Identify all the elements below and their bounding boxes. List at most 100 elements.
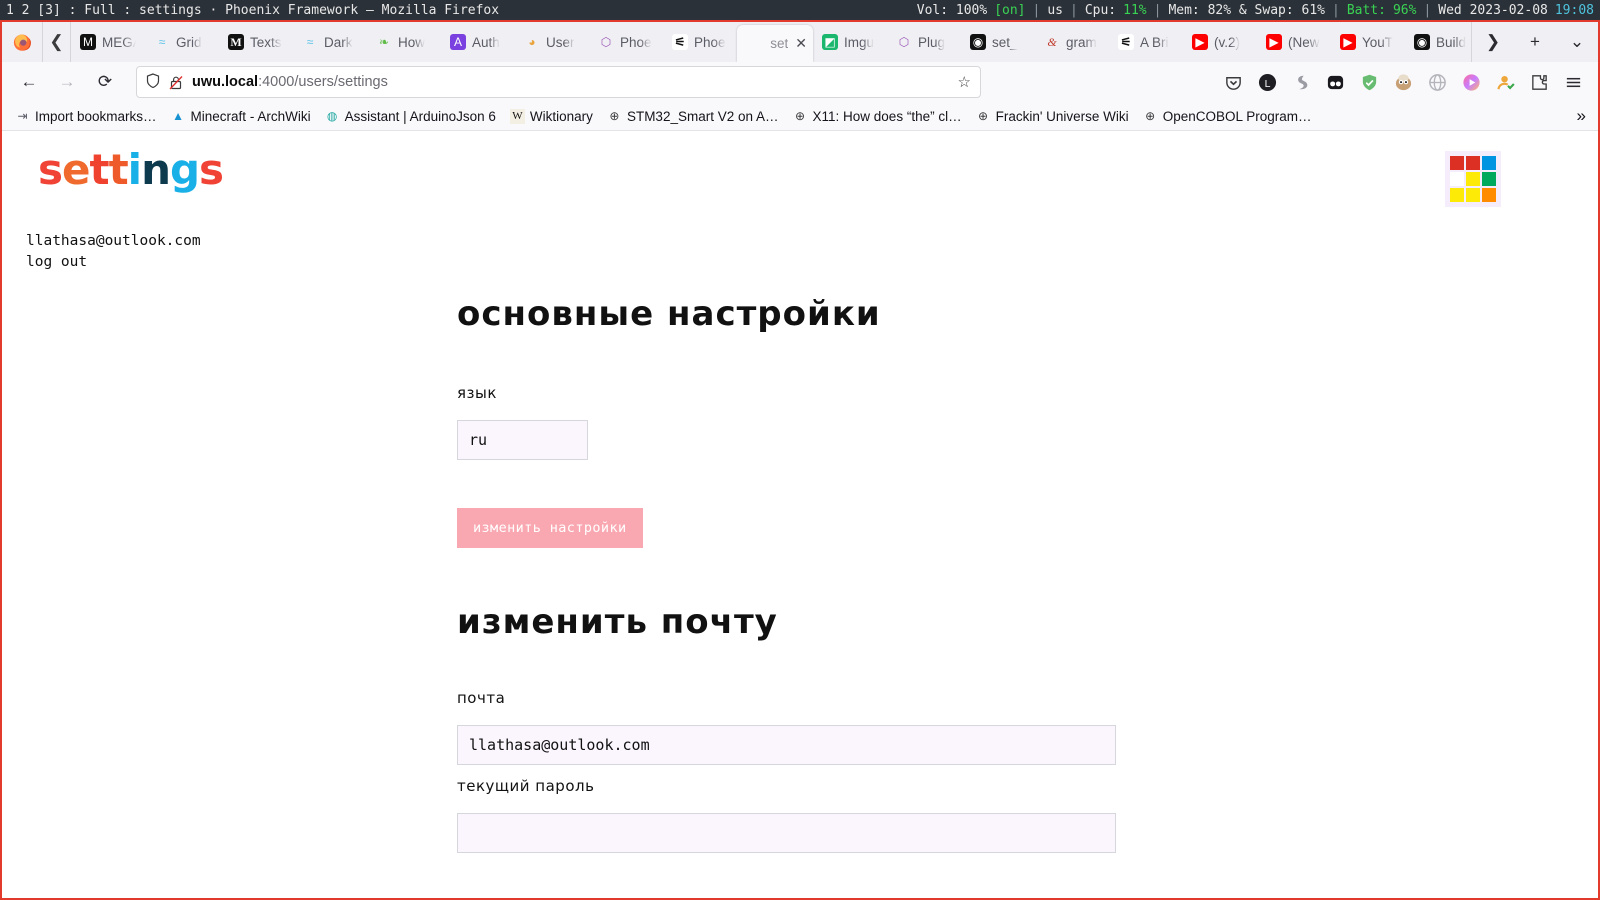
color-swatch[interactable] bbox=[1482, 188, 1496, 202]
sliders-icon: ⚟ bbox=[1118, 34, 1134, 50]
dark-reader-icon[interactable] bbox=[1318, 66, 1352, 98]
wordmark-letter: n bbox=[141, 145, 171, 194]
browser-tab[interactable]: ⚟ Phoe bbox=[663, 22, 737, 62]
browser-tab[interactable]: ◉ set_ bbox=[961, 22, 1035, 62]
bookmark-star-icon[interactable]: ☆ bbox=[958, 73, 971, 91]
browser-tab[interactable]: set ✕ bbox=[737, 25, 813, 62]
bookmark-item[interactable]: ⇥ Import bookmarks… bbox=[8, 104, 164, 128]
globe-translate-icon[interactable] bbox=[1420, 66, 1454, 98]
browser-tab[interactable]: & gram bbox=[1035, 22, 1109, 62]
browser-tab[interactable]: ❧ How bbox=[367, 22, 441, 62]
browser-tab[interactable]: ▶ (v.2) bbox=[1183, 22, 1257, 62]
medium-icon: M bbox=[228, 34, 244, 50]
simplify-icon[interactable] bbox=[1284, 66, 1318, 98]
browser-tab[interactable]: ⬡ Plug bbox=[887, 22, 961, 62]
separator-4: | bbox=[1332, 2, 1340, 18]
enhancer-icon[interactable] bbox=[1454, 66, 1488, 98]
browser-tab[interactable]: ▶ YouT bbox=[1331, 22, 1405, 62]
browser-tab[interactable]: ▶ (New bbox=[1257, 22, 1331, 62]
color-swatch[interactable] bbox=[1466, 188, 1480, 202]
forward-button[interactable]: → bbox=[48, 66, 86, 98]
clock-date: Wed 2023-02-08 bbox=[1438, 2, 1548, 18]
browser-tab[interactable]: ≈ Dark bbox=[293, 22, 367, 62]
browser-tab[interactable]: A Auth bbox=[441, 22, 515, 62]
wordmark-letter: s bbox=[199, 145, 224, 194]
back-button[interactable]: ← bbox=[10, 66, 48, 98]
browser-tab[interactable]: ◉ Build bbox=[1405, 22, 1471, 62]
field-label-current-password: текущий пароль bbox=[457, 777, 595, 796]
browser-tab[interactable]: ◕ User bbox=[515, 22, 589, 62]
browser-tab[interactable]: ⚟ A Bri bbox=[1109, 22, 1183, 62]
bookmark-item[interactable]: ▲ Minecraft - ArchWiki bbox=[164, 104, 318, 128]
chevron-right-icon: ❯ bbox=[1485, 32, 1501, 51]
cpu-value: 11% bbox=[1123, 2, 1147, 18]
scroll-tabs-right-button[interactable]: ❯ bbox=[1472, 32, 1514, 52]
wm-status-left: 1 2 [3] : Full : settings · Phoenix Fram… bbox=[6, 3, 505, 18]
app-menu-icon[interactable] bbox=[1556, 66, 1590, 98]
globe-icon: ⊕ bbox=[978, 109, 989, 123]
connection-not-secure-icon[interactable] bbox=[169, 75, 183, 90]
browser-tab[interactable]: ◩ Imgu bbox=[813, 22, 887, 62]
tab-label: MEGA bbox=[102, 34, 136, 50]
reload-button[interactable]: ⟳ bbox=[86, 66, 124, 98]
new-tab-button[interactable]: + bbox=[1514, 32, 1556, 52]
color-swatch-grid[interactable] bbox=[1445, 151, 1501, 207]
color-swatch[interactable] bbox=[1482, 156, 1496, 170]
tab-label: Texts bbox=[250, 34, 282, 50]
close-tab-icon[interactable]: ✕ bbox=[795, 35, 807, 52]
language-input[interactable] bbox=[457, 420, 588, 461]
site-logo-wordmark[interactable]: settings bbox=[38, 145, 224, 194]
bookmark-item[interactable]: ◍ Assistant | ArduinoJson 6 bbox=[318, 104, 503, 128]
bookmark-item[interactable]: ⊕ Frackin' Universe Wiki bbox=[969, 104, 1136, 128]
privacy-badger-icon[interactable] bbox=[1386, 66, 1420, 98]
extensions-icon[interactable] bbox=[1522, 66, 1556, 98]
grammarly-icon: & bbox=[1047, 35, 1057, 49]
browser-tab[interactable]: ≈ Grid bbox=[145, 22, 219, 62]
color-swatch[interactable] bbox=[1466, 156, 1480, 170]
log-out-link[interactable]: log out bbox=[26, 252, 1598, 273]
bookmarks-overflow-button[interactable]: » bbox=[1577, 106, 1592, 126]
elixir-hex-icon: ⬡ bbox=[600, 35, 612, 49]
separator-5: | bbox=[1423, 2, 1432, 18]
browser-tab[interactable]: M MEGA bbox=[71, 22, 145, 62]
import-icon: ⇥ bbox=[17, 109, 28, 123]
browser-tab[interactable]: ⬡ Phoe bbox=[589, 22, 663, 62]
arrow-right-icon: → bbox=[58, 72, 76, 91]
color-swatch[interactable] bbox=[1482, 172, 1496, 186]
color-swatch[interactable] bbox=[1450, 156, 1464, 170]
account-info-block: llathasa@outlook.com log out bbox=[26, 231, 1598, 272]
battery-label: Batt: bbox=[1346, 2, 1386, 18]
user-icon: ◕ bbox=[528, 35, 536, 49]
adguard-shield-icon[interactable] bbox=[1352, 66, 1386, 98]
color-swatch[interactable] bbox=[1450, 188, 1464, 202]
tracking-protection-shield-icon[interactable] bbox=[146, 73, 160, 91]
tab-label: Dark bbox=[324, 34, 353, 50]
list-all-tabs-button[interactable]: ⌄ bbox=[1556, 32, 1598, 52]
url-bar[interactable]: uwu.local:4000/users/settings ☆ bbox=[136, 66, 981, 98]
bookmark-item[interactable]: W Wiktionary bbox=[503, 104, 600, 128]
save-settings-button[interactable]: изменить настройки bbox=[457, 508, 643, 549]
globe-icon: ⊕ bbox=[609, 109, 620, 123]
bookmark-item[interactable]: ⊕ OpenCOBOL Program… bbox=[1136, 104, 1319, 128]
tab-label: Build bbox=[1436, 34, 1467, 50]
color-swatch[interactable] bbox=[1466, 172, 1480, 186]
field-label-email: почта bbox=[457, 689, 506, 708]
bookmark-item[interactable]: ⊕ STM32_Smart V2 on A… bbox=[600, 104, 786, 128]
bookmark-label: Assistant | ArduinoJson 6 bbox=[344, 108, 496, 124]
color-swatch[interactable] bbox=[1450, 172, 1464, 186]
email-input[interactable] bbox=[457, 725, 1116, 766]
bookmarks-toolbar: ⇥ Import bookmarks… ▲ Minecraft - ArchWiki ◍… bbox=[2, 102, 1598, 131]
current-password-input[interactable] bbox=[457, 813, 1116, 854]
chevron-double-right-icon: » bbox=[1576, 106, 1586, 125]
wm-status-right: Vol: 100% [on] | us | Cpu: 11% | Mem: 82… bbox=[910, 3, 1594, 18]
browser-tab[interactable]: M Texts bbox=[219, 22, 293, 62]
pocket-icon[interactable] bbox=[1216, 66, 1250, 98]
globe-icon: ⊕ bbox=[1145, 109, 1156, 123]
tab-label: (New bbox=[1288, 34, 1320, 50]
lastpass-icon[interactable]: L bbox=[1250, 66, 1284, 98]
tailwind-icon: ≈ bbox=[158, 35, 166, 49]
tab-strip: ❮ M MEGA ≈ Grid M Texts ≈ Dark ❧ How A Auth ◕ User ⬡ Ph… bbox=[2, 22, 1598, 62]
bookmark-item[interactable]: ⊕ X11: How does “the” cl… bbox=[786, 104, 969, 128]
scroll-tabs-left-button[interactable]: ❮ bbox=[42, 22, 70, 62]
account-icon[interactable] bbox=[1488, 66, 1522, 98]
